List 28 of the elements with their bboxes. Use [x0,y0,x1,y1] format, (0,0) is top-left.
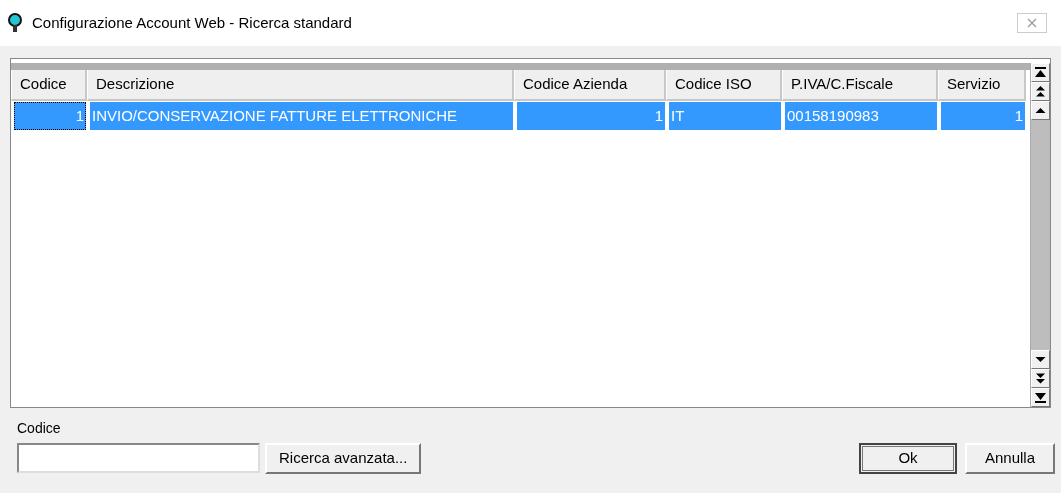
code-field[interactable] [17,443,260,473]
column-header[interactable]: Codice Azienda [514,70,666,101]
cancel-button[interactable]: Annulla [965,443,1055,474]
scroll-button[interactable] [1031,101,1050,120]
column-header[interactable]: Codice [11,70,87,101]
scroll-button[interactable] [1031,63,1050,82]
field-label: Codice [17,419,62,438]
scrollbar[interactable] [1030,63,1050,407]
window-title: Configurazione Account Web - Ricerca standard [32,12,352,33]
arrow-icon[interactable] [1035,392,1046,403]
scroll-button[interactable] [1031,82,1050,101]
arrow-icon[interactable] [1035,86,1046,97]
scroll-button[interactable] [1031,369,1050,388]
advanced-search-button[interactable]: Ricerca avanzata... [265,443,422,474]
column-header[interactable]: Servizio [938,70,1026,101]
scroll-button[interactable] [1031,350,1050,369]
ok-button[interactable]: Ok [859,443,957,474]
arrow-icon[interactable] [1035,105,1046,116]
column-header[interactable]: Codice ISO [666,70,782,101]
arrow-icon[interactable] [1035,67,1046,78]
close-icon[interactable] [1027,18,1037,28]
arrow-icon[interactable] [1035,373,1046,384]
scroll-button[interactable] [1031,388,1050,407]
column-header[interactable]: P.IVA/C.Fiscale [782,70,938,101]
column-header[interactable]: Descrizione [87,70,514,101]
close-button[interactable] [1017,13,1047,33]
arrow-icon[interactable] [1035,354,1046,365]
magnifier-icon [6,13,24,33]
